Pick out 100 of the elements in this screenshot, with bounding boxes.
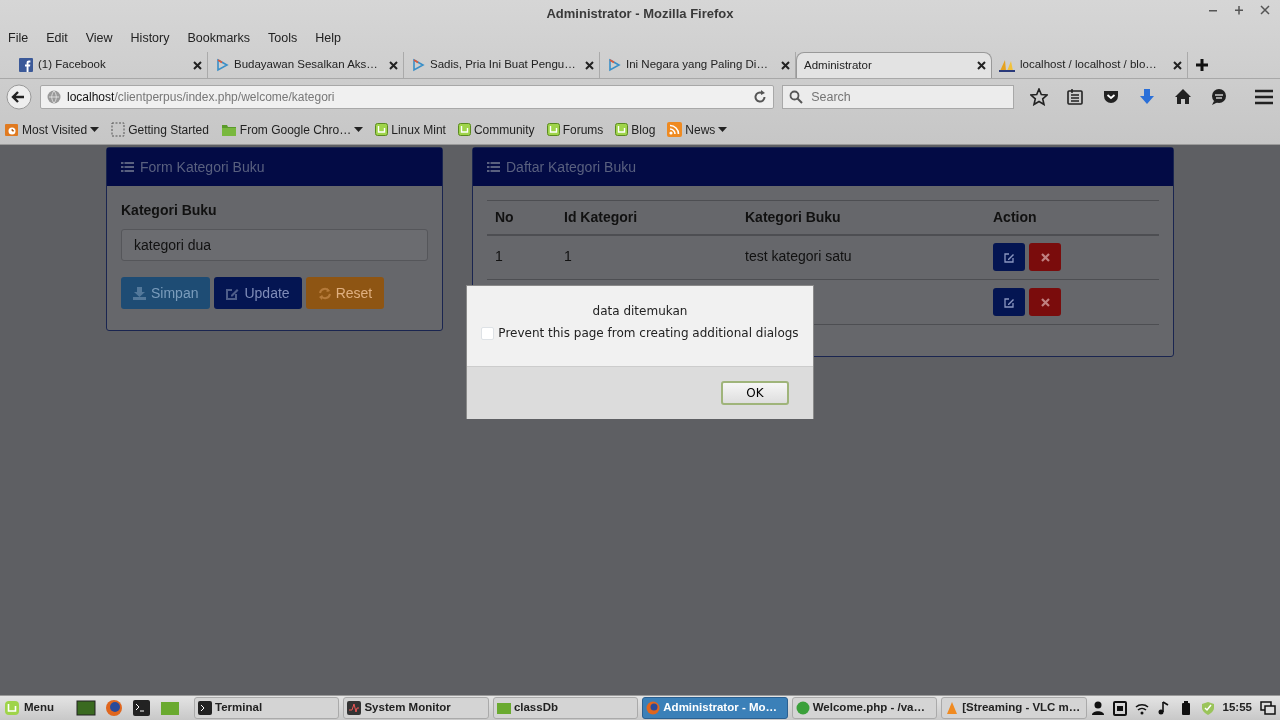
home-icon[interactable]: [1174, 88, 1192, 106]
close-icon[interactable]: [193, 60, 202, 70]
text-field[interactable]: kategori dua: [121, 229, 428, 261]
column-header: Action: [985, 200, 1159, 235]
maximize-icon[interactable]: [1234, 4, 1244, 16]
back-icon[interactable]: [6, 84, 32, 110]
browser-tab[interactable]: (1) Facebook: [12, 52, 208, 78]
mint-logo-icon: [4, 700, 20, 716]
menu-item[interactable]: History: [130, 28, 170, 48]
ok-button[interactable]: OK: [721, 381, 789, 405]
window-title: Administrator - Mozilla Firefox: [546, 4, 734, 23]
list-icon: [121, 161, 134, 173]
checkbox[interactable]: [481, 326, 495, 340]
bookmark-item[interactable]: News: [667, 120, 728, 139]
close-icon: [1040, 252, 1050, 262]
browser-tab[interactable]: Budayawan Sesalkan Aks…: [208, 52, 404, 78]
leaf-icon: [546, 123, 560, 136]
bookmark-item[interactable]: Forums: [546, 120, 604, 139]
taskbar-button[interactable]: classDb: [492, 697, 639, 719]
terminal-icon: [198, 701, 213, 715]
leaf-icon: [615, 123, 629, 136]
play-icon: [607, 58, 621, 72]
taskbar-button[interactable]: Terminal: [194, 697, 340, 719]
column-header: Kategori Buku: [737, 200, 985, 235]
page-icon: [111, 122, 126, 137]
taskbar-button[interactable]: Administrator - Mo…: [642, 697, 788, 719]
cone-icon: [945, 701, 960, 715]
windows-icon[interactable]: [1260, 701, 1276, 715]
sail-icon: [999, 58, 1015, 72]
column-header: No: [487, 200, 556, 235]
search-input[interactable]: Search: [809, 86, 1000, 108]
table-cell: 1: [564, 247, 572, 264]
bookmark-item[interactable]: Most Visited: [4, 120, 100, 139]
dialog-message: data ditemukan: [592, 303, 688, 320]
edit-icon: [1003, 251, 1015, 263]
menu-item[interactable]: Edit: [46, 28, 68, 48]
menu-icon[interactable]: [1254, 88, 1274, 106]
start-menu[interactable]: Menu: [4, 699, 55, 717]
close-icon[interactable]: [781, 60, 790, 70]
taskbar-button[interactable]: [Streaming - VLC m…: [941, 697, 1087, 719]
list-icon: [487, 161, 500, 173]
bookmark-item[interactable]: Getting Started: [111, 120, 209, 139]
download-icon[interactable]: [1138, 88, 1156, 106]
taskbar-button[interactable]: Welcome.php - /va…: [791, 697, 938, 719]
reading-list-icon[interactable]: [1066, 88, 1084, 106]
panel-title: Form Kategori Buku: [140, 157, 265, 177]
clock[interactable]: 15:55: [1222, 699, 1252, 717]
browser-tab[interactable]: Administrator: [796, 52, 992, 78]
edit-button[interactable]: [993, 288, 1025, 316]
play-icon: [215, 58, 229, 72]
play-icon: [411, 58, 425, 72]
bookmark-item[interactable]: Community: [457, 120, 535, 139]
desktop-icon[interactable]: [76, 699, 97, 717]
menu-item[interactable]: Bookmarks: [187, 28, 250, 48]
pocket-icon[interactable]: [1102, 88, 1120, 106]
address-bar[interactable]: localhost/clientperpus/index.php/welcome/kategori: [40, 85, 775, 109]
column-header: Id Kategori: [556, 200, 737, 235]
browser-tab[interactable]: Sadis, Pria Ini Buat Pengu…: [404, 52, 600, 78]
checkbox-label[interactable]: Prevent this page from creating additional dialogs: [481, 324, 799, 342]
leaf-icon: [375, 123, 389, 136]
close-icon: [1040, 297, 1050, 307]
reload-icon[interactable]: [753, 90, 768, 104]
close-icon[interactable]: [977, 61, 986, 70]
search-field[interactable]: Search: [782, 85, 1014, 109]
close-icon[interactable]: [389, 60, 398, 70]
field-label: Kategori Buku: [121, 201, 218, 220]
taskbar-button[interactable]: System Monitor: [343, 697, 489, 719]
chat-icon[interactable]: [1210, 88, 1228, 106]
user-icon[interactable]: [1090, 700, 1105, 716]
music-note-icon[interactable]: [1156, 700, 1171, 716]
folder-icon: [496, 701, 511, 715]
monitor-icon: [347, 701, 362, 715]
bookmark-star-icon[interactable]: [1030, 88, 1048, 106]
new-tab-icon[interactable]: [1196, 59, 1208, 71]
close-icon[interactable]: [1173, 60, 1182, 70]
table-cell: 1: [495, 247, 503, 264]
facebook-icon: [19, 58, 33, 72]
bookmark-item[interactable]: Linux Mint: [375, 120, 446, 139]
browser-tab[interactable]: localhost / localhost / blo…: [992, 52, 1188, 78]
folder-icon: [220, 122, 237, 137]
refresh-icon: [317, 286, 331, 300]
globe-icon: [47, 90, 61, 104]
terminal-icon[interactable]: [132, 699, 153, 717]
edit-button[interactable]: [993, 243, 1025, 272]
delete-button[interactable]: [1029, 288, 1061, 316]
menu-item[interactable]: Help: [315, 28, 341, 48]
rss-icon: [667, 122, 683, 137]
caret-icon: [718, 126, 728, 133]
circle-icon: [795, 701, 810, 715]
delete-button[interactable]: [1029, 243, 1061, 272]
table-cell: test kategori satu: [745, 247, 852, 264]
menu-item[interactable]: File: [8, 28, 29, 48]
close-icon[interactable]: [585, 60, 594, 70]
bookmark-item[interactable]: From Google Chro…: [220, 120, 364, 139]
leaf-icon: [457, 123, 471, 136]
menu-item[interactable]: View: [85, 28, 113, 48]
bookmark-item[interactable]: Blog: [615, 120, 656, 139]
form-button[interactable]: Update: [214, 277, 302, 309]
edit-icon: [226, 286, 240, 300]
menu-item[interactable]: Tools: [268, 28, 298, 48]
